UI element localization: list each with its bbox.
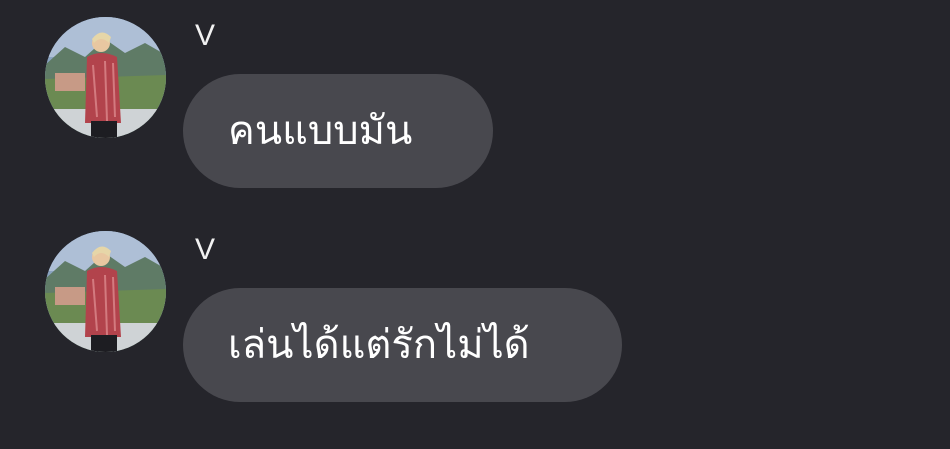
message-bubble[interactable]: เล่นได้แต่รักไม่ได้ xyxy=(183,288,622,402)
avatar-photo xyxy=(45,17,166,138)
message-bubble[interactable]: คนแบบมัน xyxy=(183,74,493,188)
message-text: เล่นได้แต่รักไม่ได้ xyxy=(228,322,530,368)
chat-message: V คนแบบมัน xyxy=(0,0,950,190)
message-text: คนแบบมัน xyxy=(228,108,413,154)
chat-message: V เล่นได้แต่รักไม่ได้ xyxy=(0,214,950,404)
sender-name: V xyxy=(195,19,216,52)
avatar-photo xyxy=(45,231,166,352)
avatar[interactable] xyxy=(45,17,166,138)
sender-name: V xyxy=(195,233,216,266)
avatar[interactable] xyxy=(45,231,166,352)
